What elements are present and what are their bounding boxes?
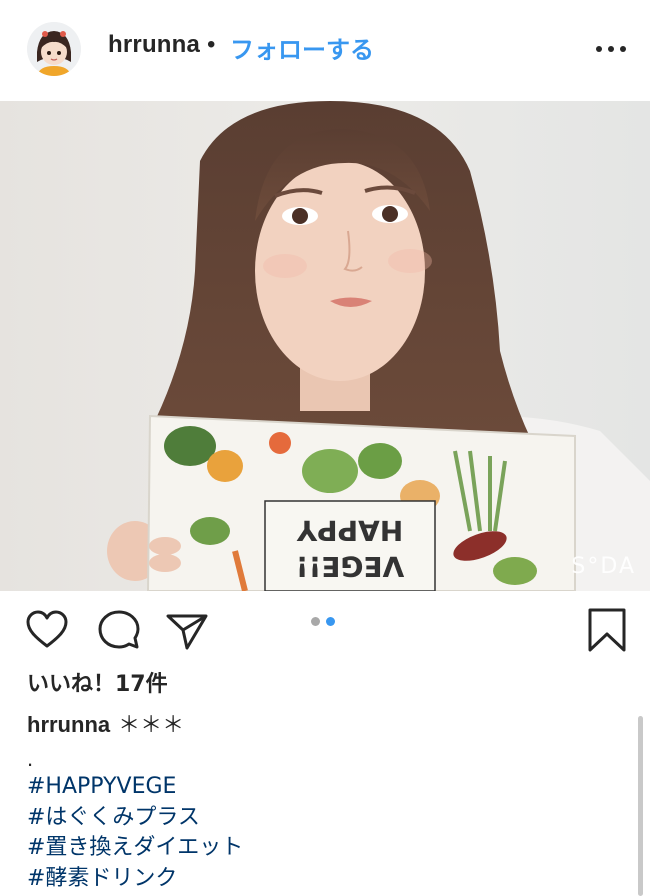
- bookmark-icon[interactable]: [585, 608, 629, 652]
- header-separator: •: [207, 31, 216, 58]
- box-title-line1: HAPPY: [296, 514, 403, 547]
- photo-illustration: HAPPY VEGE!!: [0, 101, 650, 591]
- hashtag-link[interactable]: #はぐくみプラス: [27, 803, 243, 834]
- post-header: hrrunna • フォローする: [0, 0, 650, 100]
- hashtag-list: #HAPPYVEGE #はぐくみプラス #置き換えダイエット #酵素ドリンク: [27, 772, 243, 894]
- avatar-illustration: [27, 22, 81, 76]
- carousel-indicator: [311, 617, 335, 626]
- post-photo[interactable]: HAPPY VEGE!! S°DA: [0, 101, 650, 591]
- hashtag-link[interactable]: #HAPPYVEGE: [27, 772, 243, 803]
- instagram-post: hrrunna • フォローする HAPPY VEGE!! S°DA いいね！1…: [0, 0, 650, 896]
- avatar[interactable]: [27, 22, 81, 76]
- caption-text: ＊＊＊: [118, 713, 185, 738]
- box-title-line2: VEGE!!: [296, 550, 404, 583]
- post-caption: hrrunna ＊＊＊ . #HAPPYVEGE #はぐくみプラス #置き換えダイ…: [27, 710, 627, 891]
- header-username[interactable]: hrrunna: [108, 31, 200, 59]
- carousel-dot-active: [326, 617, 335, 626]
- caption-dot: .: [27, 746, 34, 771]
- more-options-icon[interactable]: [596, 40, 626, 58]
- follow-button[interactable]: フォローする: [230, 30, 374, 65]
- carousel-dot: [311, 617, 320, 626]
- share-icon[interactable]: [165, 608, 209, 652]
- caption-username[interactable]: hrrunna: [27, 712, 110, 737]
- product-box: HAPPY VEGE!!: [146, 414, 576, 591]
- hashtag-link[interactable]: #置き換えダイエット: [27, 833, 243, 864]
- photo-watermark: S°DA: [571, 554, 636, 579]
- action-bar: [0, 592, 650, 662]
- hashtag-link[interactable]: #酵素ドリンク: [27, 864, 243, 895]
- scrollbar[interactable]: [638, 716, 643, 896]
- comment-icon[interactable]: [97, 608, 141, 652]
- heart-icon[interactable]: [25, 608, 69, 652]
- likes-count[interactable]: いいね！17件: [27, 666, 168, 698]
